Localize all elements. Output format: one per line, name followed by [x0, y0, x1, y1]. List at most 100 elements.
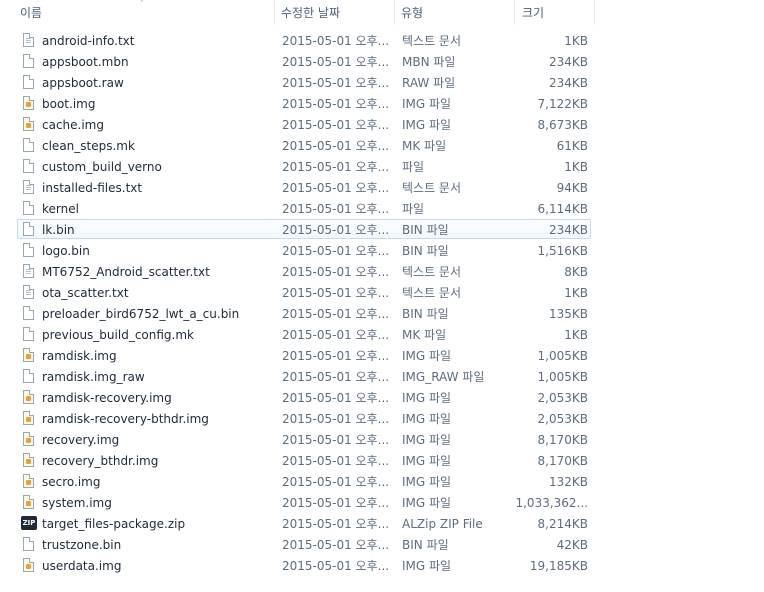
file-icon-cell	[21, 219, 37, 240]
file-modified-date: 2015-05-01 오후...	[282, 328, 390, 342]
file-row[interactable]: ramdisk-recovery.img 2015-05-01 오후... IMG …	[0, 387, 764, 408]
file-type: ALZip ZIP File	[402, 517, 483, 531]
file-size: 6,114KB	[537, 202, 588, 216]
file-row[interactable]: cache.img 2015-05-01 오후... IMG 파일 8,673KB	[0, 114, 764, 135]
file-row[interactable]: trustzone.bin 2015-05-01 오후... BIN 파일 42KB	[0, 534, 764, 555]
file-type: MBN 파일	[402, 55, 456, 69]
file-modified-date: 2015-05-01 오후...	[282, 223, 390, 237]
file-size: 1KB	[564, 328, 588, 342]
file-size: 8,170KB	[537, 454, 588, 468]
column-header-name[interactable]: 이름 ˄	[0, 0, 275, 25]
file-name: system.img	[42, 496, 112, 510]
file-icon	[23, 243, 34, 257]
file-row[interactable]: lk.bin 2015-05-01 오후... BIN 파일 234KB	[0, 219, 764, 240]
column-header-date[interactable]: 수정한 날짜	[275, 0, 395, 25]
file-icon-cell	[21, 177, 37, 198]
file-type: MK 파일	[402, 139, 447, 153]
file-row[interactable]: appsboot.raw 2015-05-01 오후... RAW 파일 234KB	[0, 72, 764, 93]
file-type: IMG 파일	[402, 496, 452, 510]
file-row[interactable]: kernel 2015-05-01 오후... 파일 6,114KB	[0, 198, 764, 219]
column-header-size-label: 크기	[522, 6, 545, 20]
file-icon-cell	[21, 93, 37, 114]
file-row[interactable]: boot.img 2015-05-01 오후... IMG 파일 7,122KB	[0, 93, 764, 114]
file-icon	[23, 369, 34, 383]
file-modified-date: 2015-05-01 오후...	[282, 433, 390, 447]
file-icon-cell	[21, 387, 37, 408]
file-name: ota_scatter.txt	[42, 286, 129, 300]
file-size: 1KB	[564, 160, 588, 174]
file-icon-cell	[21, 408, 37, 429]
file-type: 파일	[402, 202, 425, 216]
text-file-icon	[23, 285, 34, 299]
text-file-icon	[23, 33, 34, 47]
file-row[interactable]: ramdisk-recovery-bthdr.img 2015-05-01 오후.…	[0, 408, 764, 429]
file-size: 132KB	[548, 475, 588, 489]
file-row[interactable]: preloader_bird6752_lwt_a_cu.bin 2015-05-0…	[0, 303, 764, 324]
file-size: 42KB	[556, 538, 588, 552]
file-row[interactable]: ramdisk.img_raw 2015-05-01 오후... IMG_RAW 파…	[0, 366, 764, 387]
file-modified-date: 2015-05-01 오후...	[282, 517, 390, 531]
file-modified-date: 2015-05-01 오후...	[282, 118, 390, 132]
file-icon-cell	[21, 429, 37, 450]
image-file-icon	[23, 558, 34, 572]
file-name: userdata.img	[42, 559, 122, 573]
file-modified-date: 2015-05-01 오후...	[282, 412, 390, 426]
file-size: 1,005KB	[537, 370, 588, 384]
file-row[interactable]: android-info.txt 2015-05-01 오후... 텍스트 문서 1K…	[0, 30, 764, 51]
file-modified-date: 2015-05-01 오후...	[282, 454, 390, 468]
file-icon-cell	[21, 450, 37, 471]
file-type: BIN 파일	[402, 307, 449, 321]
file-icon-cell	[21, 555, 37, 576]
column-header-type-label: 유형	[401, 6, 424, 20]
file-row[interactable]: appsboot.mbn 2015-05-01 오후... MBN 파일 234KB	[0, 51, 764, 72]
file-size: 135KB	[548, 307, 588, 321]
file-row[interactable]: secro.img 2015-05-01 오후... IMG 파일 132KB	[0, 471, 764, 492]
file-row[interactable]: custom_build_verno 2015-05-01 오후... 파일 1KB	[0, 156, 764, 177]
file-icon-cell	[21, 114, 37, 135]
file-icon	[23, 306, 34, 320]
file-modified-date: 2015-05-01 오후...	[282, 139, 390, 153]
file-name: kernel	[42, 202, 79, 216]
file-size: 8KB	[564, 265, 588, 279]
image-file-icon	[23, 348, 34, 362]
file-type: IMG 파일	[402, 349, 452, 363]
file-size: 2,053KB	[537, 412, 588, 426]
column-header-type[interactable]: 유형	[395, 0, 515, 25]
file-icon-cell	[21, 282, 37, 303]
file-name: ramdisk-recovery.img	[42, 391, 172, 405]
file-row[interactable]: ZIP target_files-package.zip 2015-05-01 오후…	[0, 513, 764, 534]
file-modified-date: 2015-05-01 오후...	[282, 349, 390, 363]
file-row[interactable]: logo.bin 2015-05-01 오후... BIN 파일 1,516KB	[0, 240, 764, 261]
file-name: preloader_bird6752_lwt_a_cu.bin	[42, 307, 240, 321]
file-row[interactable]: previous_build_config.mk 2015-05-01 오후...…	[0, 324, 764, 345]
file-size: 61KB	[556, 139, 588, 153]
file-size: 8,170KB	[537, 433, 588, 447]
file-row[interactable]: ramdisk.img 2015-05-01 오후... IMG 파일 1,005KB	[0, 345, 764, 366]
file-name: ramdisk-recovery-bthdr.img	[42, 412, 209, 426]
file-row[interactable]: ota_scatter.txt 2015-05-01 오후... 텍스트 문서 1KB	[0, 282, 764, 303]
file-modified-date: 2015-05-01 오후...	[282, 391, 390, 405]
file-name: installed-files.txt	[42, 181, 143, 195]
file-row[interactable]: userdata.img 2015-05-01 오후... IMG 파일 19,185…	[0, 555, 764, 576]
image-file-icon	[23, 117, 34, 131]
file-row[interactable]: installed-files.txt 2015-05-01 오후... 텍스트 문…	[0, 177, 764, 198]
file-size: 234KB	[548, 55, 588, 69]
file-type: IMG 파일	[402, 412, 452, 426]
file-name: recovery_bthdr.img	[42, 454, 159, 468]
file-modified-date: 2015-05-01 오후...	[282, 286, 390, 300]
file-row[interactable]: clean_steps.mk 2015-05-01 오후... MK 파일 61KB	[0, 135, 764, 156]
file-name: trustzone.bin	[42, 538, 122, 552]
file-row[interactable]: MT6752_Android_scatter.txt 2015-05-01 오후.…	[0, 261, 764, 282]
file-icon	[23, 201, 34, 215]
file-size: 234KB	[548, 76, 588, 90]
text-file-icon	[23, 264, 34, 278]
file-row[interactable]: recovery_bthdr.img 2015-05-01 오후... IMG 파일…	[0, 450, 764, 471]
file-row[interactable]: system.img 2015-05-01 오후... IMG 파일 1,033,36…	[0, 492, 764, 513]
file-name: target_files-package.zip	[42, 517, 186, 531]
file-row[interactable]: recovery.img 2015-05-01 오후... IMG 파일 8,170K…	[0, 429, 764, 450]
file-type: MK 파일	[402, 328, 447, 342]
file-modified-date: 2015-05-01 오후...	[282, 496, 390, 510]
image-file-icon	[23, 495, 34, 509]
file-icon	[23, 138, 34, 152]
column-header-size[interactable]: 크기	[515, 0, 595, 25]
